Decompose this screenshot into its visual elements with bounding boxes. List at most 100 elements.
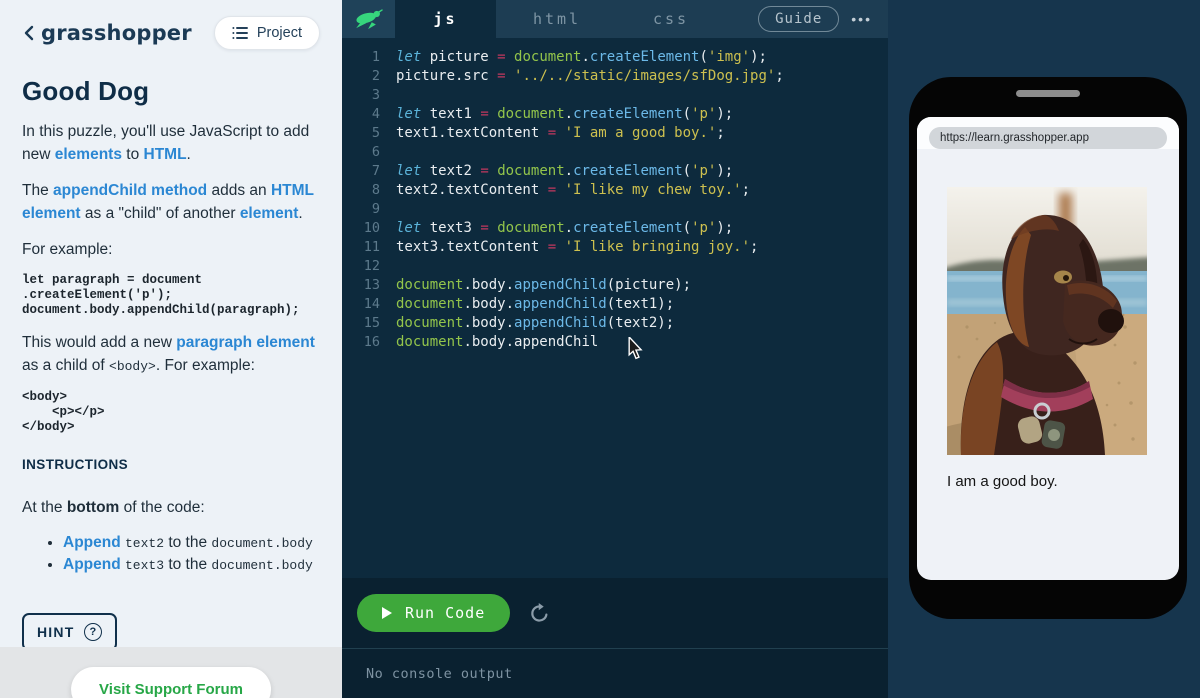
code-text: text3.textContent = 'I like bringing joy… bbox=[380, 238, 758, 257]
inline-link[interactable]: Append bbox=[63, 556, 121, 573]
run-code-label: Run Code bbox=[405, 604, 485, 622]
intro-paragraph: In this puzzle, you'll use JavaScript to… bbox=[22, 120, 322, 166]
text-segment: . bbox=[187, 146, 191, 163]
code-line: 6 bbox=[342, 143, 888, 162]
puzzle-title: Good Dog bbox=[22, 76, 320, 107]
code-line: 3 bbox=[342, 86, 888, 105]
lesson-header: grasshopper Project bbox=[22, 16, 320, 50]
project-button[interactable]: Project bbox=[214, 16, 320, 50]
lesson-panel: grasshopper Project bbox=[0, 0, 342, 698]
line-number: 12 bbox=[342, 257, 380, 276]
code-line: 10let text3 = document.createElement('p'… bbox=[342, 219, 888, 238]
text-segment: to the bbox=[164, 556, 211, 573]
grasshopper-icon-tile[interactable] bbox=[342, 0, 395, 38]
line-number: 13 bbox=[342, 276, 380, 295]
text-segment: bottom bbox=[67, 499, 120, 516]
line-number: 5 bbox=[342, 124, 380, 143]
reset-code-button[interactable] bbox=[529, 603, 550, 624]
text-segment: text3 bbox=[125, 558, 164, 573]
code-editor[interactable]: 1let picture = document.createElement('i… bbox=[342, 38, 888, 578]
inline-link[interactable]: appendChild method bbox=[53, 182, 207, 199]
example-code-line: document.body.appendChild(paragraph); bbox=[22, 303, 320, 318]
grasshopper-icon bbox=[354, 8, 384, 30]
phone-screen: https://learn.grasshopper.app bbox=[917, 117, 1179, 580]
code-line: 13document.body.appendChild(picture); bbox=[342, 276, 888, 295]
code-text bbox=[380, 257, 396, 276]
tab-html[interactable]: html bbox=[496, 0, 618, 38]
code-text: let text2 = document.createElement('p'); bbox=[380, 162, 733, 181]
inline-link[interactable]: element bbox=[240, 205, 299, 222]
example-code-line: <body> bbox=[22, 390, 320, 405]
line-number: 3 bbox=[342, 86, 380, 105]
guide-button[interactable]: Guide bbox=[758, 6, 839, 32]
lesson-footer: Visit Support Forum bbox=[0, 647, 342, 698]
text-segment: as a child of bbox=[22, 357, 109, 374]
code-line: 7let text2 = document.createElement('p')… bbox=[342, 162, 888, 181]
example-code-line: <p></p> bbox=[22, 405, 320, 420]
text-segment: The bbox=[22, 182, 53, 199]
text-segment: to bbox=[122, 146, 144, 163]
line-number: 14 bbox=[342, 295, 380, 314]
line-number: 2 bbox=[342, 67, 380, 86]
text-segment: of the code: bbox=[119, 499, 204, 516]
appendchild-paragraph: The appendChild method adds an HTML elem… bbox=[22, 179, 322, 225]
question-circle-icon: ? bbox=[84, 623, 102, 641]
console-area: No console output bbox=[342, 648, 888, 698]
line-number: 10 bbox=[342, 219, 380, 238]
line-number: 11 bbox=[342, 238, 380, 257]
code-text: let text3 = document.createElement('p'); bbox=[380, 219, 733, 238]
code-text: picture.src = '../../static/images/sfDog… bbox=[380, 67, 784, 86]
example-code-line: </body> bbox=[22, 420, 320, 435]
code-text: let picture = document.createElement('im… bbox=[380, 48, 767, 67]
line-number: 16 bbox=[342, 333, 380, 352]
code-text bbox=[380, 143, 396, 162]
line-number: 4 bbox=[342, 105, 380, 124]
inline-link[interactable]: HTML bbox=[144, 146, 187, 163]
back-home-link[interactable]: grasshopper bbox=[22, 21, 192, 45]
hint-button[interactable]: HINT ? bbox=[22, 613, 117, 651]
example-code-block-2: <body> <p></p></body> bbox=[22, 390, 320, 435]
inline-link[interactable]: elements bbox=[55, 146, 122, 163]
text-segment: document.body bbox=[211, 558, 312, 573]
console-message: No console output bbox=[366, 666, 513, 682]
editor-tabbar: jshtmlcss Guide ••• bbox=[342, 0, 888, 38]
text-segment: <body> bbox=[109, 359, 156, 374]
text-segment: document.body bbox=[211, 536, 312, 551]
code-line: 15document.body.appendChild(text2); bbox=[342, 314, 888, 333]
run-code-button[interactable]: Run Code bbox=[357, 594, 510, 632]
code-text: let text1 = document.createElement('p'); bbox=[380, 105, 733, 124]
dog-photo bbox=[947, 187, 1147, 455]
hint-button-label: HINT bbox=[37, 624, 74, 640]
code-line: 2picture.src = '../../static/images/sfDo… bbox=[342, 67, 888, 86]
text-segment: At the bbox=[22, 499, 67, 516]
for-example-label: For example: bbox=[22, 238, 322, 261]
code-line: 4let text1 = document.createElement('p')… bbox=[342, 105, 888, 124]
preview-panel: https://learn.grasshopper.app bbox=[888, 0, 1200, 698]
project-list-icon bbox=[232, 26, 248, 40]
text-segment: adds an bbox=[207, 182, 271, 199]
instruction-item: Append text3 to the document.body bbox=[63, 555, 320, 576]
inline-link[interactable]: Append bbox=[63, 534, 121, 551]
code-line: 8text2.textContent = 'I like my chew toy… bbox=[342, 181, 888, 200]
phone-mockup: https://learn.grasshopper.app bbox=[909, 77, 1187, 619]
instructions-heading: INSTRUCTIONS bbox=[22, 457, 320, 472]
code-text: document.body.appendChild(picture); bbox=[380, 276, 691, 295]
code-line: 16document.body.appendChil bbox=[342, 333, 888, 352]
tab-js[interactable]: js bbox=[395, 0, 496, 38]
inline-link[interactable]: paragraph element bbox=[176, 334, 315, 351]
example-code-line: let paragraph = document bbox=[22, 273, 320, 288]
refresh-icon bbox=[529, 603, 550, 624]
example-code-block-1: let paragraph = document.createElement('… bbox=[22, 273, 320, 318]
line-number: 1 bbox=[342, 48, 380, 67]
line-number: 15 bbox=[342, 314, 380, 333]
tab-css[interactable]: css bbox=[618, 0, 724, 38]
overflow-menu-icon[interactable]: ••• bbox=[851, 11, 872, 27]
text-segment: This would add a new bbox=[22, 334, 176, 351]
support-forum-button[interactable]: Visit Support Forum bbox=[71, 667, 271, 698]
play-icon bbox=[382, 607, 392, 619]
code-text: document.body.appendChild(text2); bbox=[380, 314, 674, 333]
text-segment: . bbox=[298, 205, 302, 222]
example-code-line: .createElement('p'); bbox=[22, 288, 320, 303]
code-text bbox=[380, 200, 396, 219]
tabbar-right: Guide ••• bbox=[758, 0, 888, 38]
